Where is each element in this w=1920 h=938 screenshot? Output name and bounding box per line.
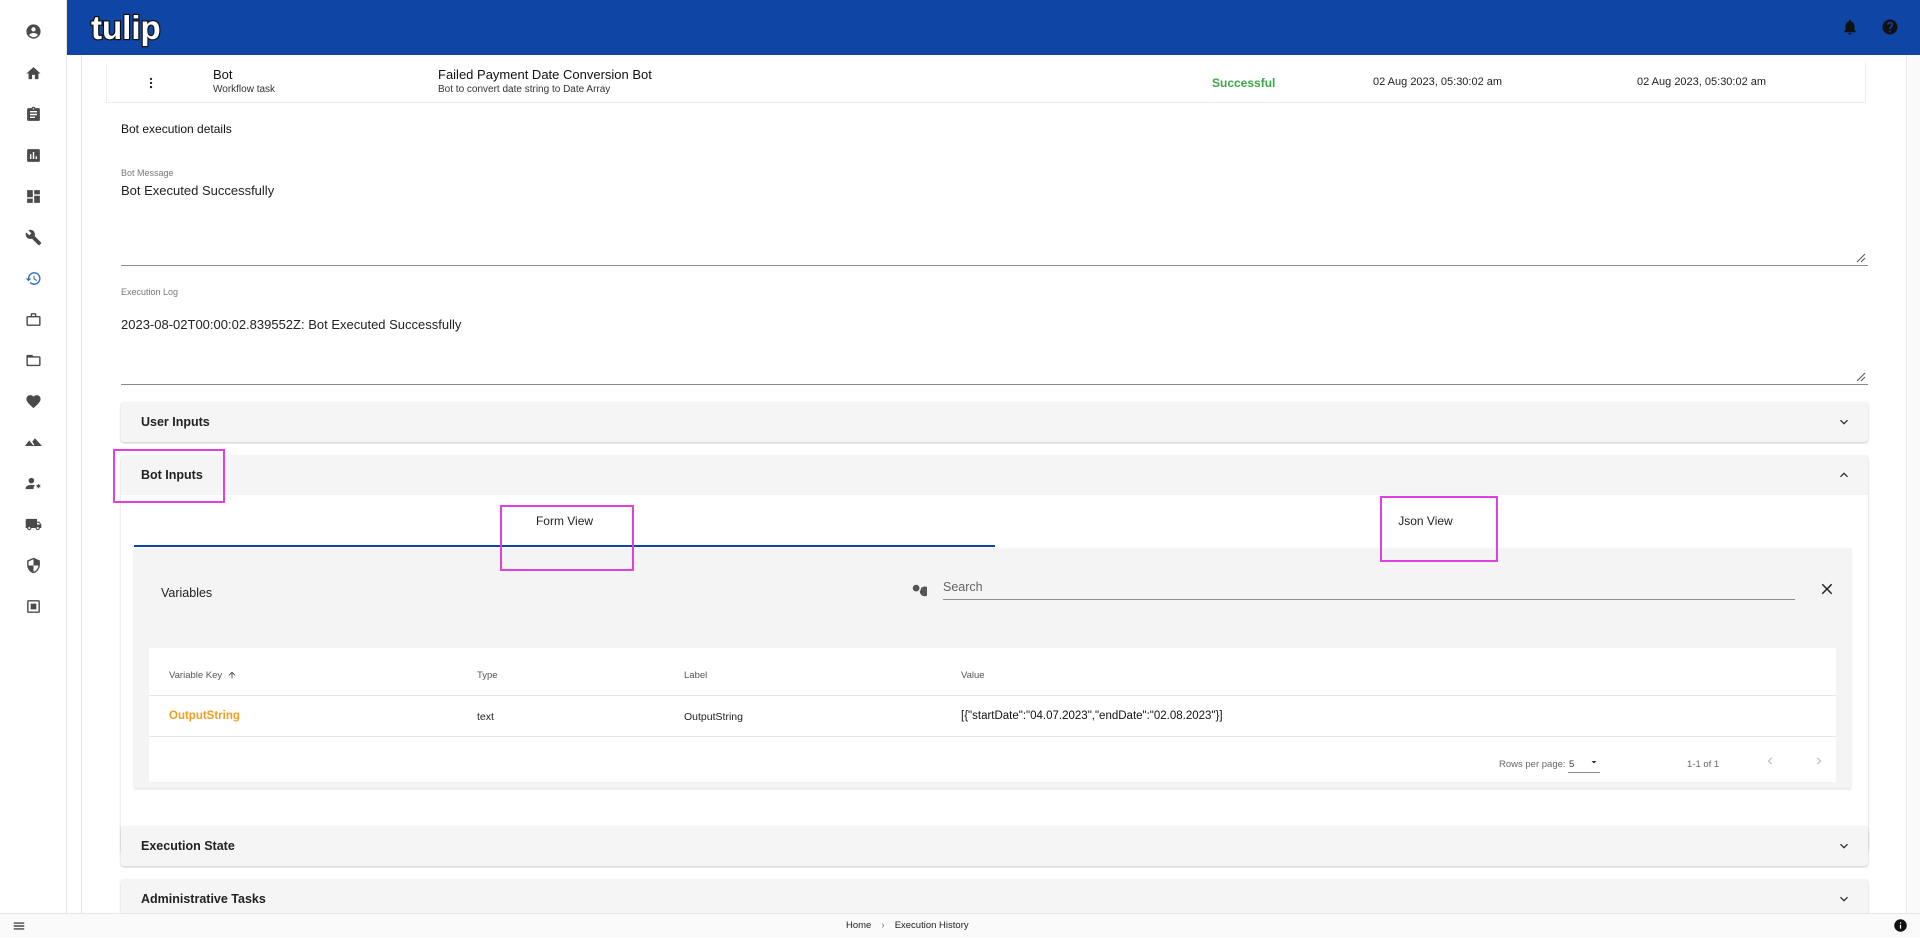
variables-table: Variable Key Type Label Value OutputStri… <box>149 648 1836 782</box>
account-circle-icon[interactable] <box>21 19 45 43</box>
variables-card: Variables Variable Key Type Label Value … <box>134 548 1851 788</box>
logo-wordmark: tulip <box>91 9 161 46</box>
column-header-type[interactable]: Type <box>477 670 498 681</box>
arrow-up-icon[interactable] <box>227 670 237 680</box>
administrative-tasks-title: Administrative Tasks <box>141 892 266 906</box>
heart-icon[interactable] <box>21 389 45 413</box>
chevron-down-icon[interactable] <box>1836 838 1852 854</box>
start-date: 02 Aug 2023, 05:30:02 am <box>1373 76 1503 88</box>
task-row[interactable]: Bot Workflow task Failed Payment Date Co… <box>106 63 1866 103</box>
info-icon[interactable] <box>1893 918 1908 933</box>
column-header-value[interactable]: Value <box>961 670 985 681</box>
user-inputs-panel: User Inputs <box>121 402 1868 442</box>
administrative-tasks-panel: Administrative Tasks <box>121 879 1868 913</box>
resize-handle-icon[interactable] <box>1856 372 1866 382</box>
breadcrumb-separator-icon: › <box>881 920 885 931</box>
chevron-down-icon[interactable] <box>1836 891 1852 907</box>
variable-value: [{"startDate":"04.07.2023","endDate":"02… <box>961 710 1223 722</box>
chevron-down-icon[interactable] <box>1836 414 1852 430</box>
search-icon <box>909 581 930 599</box>
arrow-drop-down-icon <box>1591 761 1597 764</box>
menu-icon[interactable] <box>12 919 26 933</box>
vertical-scrollbar[interactable] <box>1908 55 1920 913</box>
breadcrumb: Home › Execution History <box>846 920 969 931</box>
calendar-icon[interactable] <box>21 594 45 618</box>
rows-per-page-label: Rows per page: <box>1499 759 1566 770</box>
briefcase-icon[interactable] <box>21 307 45 331</box>
home-icon[interactable] <box>21 61 45 85</box>
breadcrumb-current: Execution History <box>894 920 969 931</box>
more-vert-icon[interactable] <box>144 72 158 94</box>
main-content: Bot Workflow task Failed Payment Date Co… <box>67 55 1920 913</box>
variables-title: Variables <box>161 586 213 600</box>
variable-type: text <box>477 711 494 723</box>
user-inputs-header[interactable]: User Inputs <box>121 402 1868 442</box>
close-icon[interactable] <box>1818 580 1836 598</box>
execution-state-title: Execution State <box>141 839 235 853</box>
header-divider <box>149 695 1836 696</box>
column-header-key[interactable]: Variable Key <box>169 670 222 681</box>
end-date: 02 Aug 2023, 05:30:02 am <box>1637 76 1767 88</box>
variable-key-link[interactable]: OutputString <box>169 710 240 722</box>
breadcrumb-home[interactable]: Home <box>846 920 871 931</box>
clipboard-icon[interactable] <box>21 102 45 126</box>
chevron-up-icon[interactable] <box>1836 467 1852 483</box>
user-settings-icon[interactable] <box>21 471 45 495</box>
chevron-left-icon[interactable] <box>1763 754 1777 768</box>
terrain-icon[interactable] <box>21 430 45 454</box>
rows-per-page-value: 5 <box>1569 759 1575 770</box>
bot-inputs-header[interactable]: Bot Inputs <box>121 455 1868 495</box>
chart-icon[interactable] <box>21 143 45 167</box>
column-header-label[interactable]: Label <box>684 670 707 681</box>
execution-state-panel: Execution State <box>121 826 1868 866</box>
dashboard-icon[interactable] <box>21 184 45 208</box>
user-inputs-title: User Inputs <box>141 415 210 429</box>
administrative-tasks-header[interactable]: Administrative Tasks <box>121 879 1868 913</box>
tulip-logo[interactable]: tulip <box>89 7 173 49</box>
folder-icon[interactable] <box>21 348 45 372</box>
execution-log-underline <box>121 384 1868 385</box>
task-name: Failed Payment Date Conversion Bot <box>438 67 652 82</box>
bot-message-field[interactable]: Bot Executed Successfully <box>121 183 274 198</box>
task-type-sub: Workflow task <box>213 84 276 95</box>
tab-indicator <box>134 545 995 547</box>
bot-inputs-title: Bot Inputs <box>141 468 203 482</box>
top-app-bar: tulip <box>67 0 1920 55</box>
resize-handle-icon[interactable] <box>1856 253 1866 263</box>
chevron-right-icon[interactable] <box>1812 754 1826 768</box>
bot-message-label: Bot Message <box>121 168 174 178</box>
wrench-icon[interactable] <box>21 225 45 249</box>
bot-inputs-body: Form View Json View Variables Variable K… <box>121 495 1868 853</box>
bot-message-underline <box>121 265 1868 266</box>
tab-form-view[interactable]: Form View <box>134 495 995 547</box>
left-sidebar <box>0 0 67 937</box>
search-input[interactable] <box>943 574 1795 600</box>
status-badge: Successful <box>1212 76 1276 90</box>
help-icon[interactable] <box>1879 16 1901 38</box>
footer-bar: Home › Execution History <box>0 913 1920 937</box>
bot-inputs-panel: Bot Inputs Form View Json View Variables… <box>121 455 1868 853</box>
execution-log-field[interactable]: 2023-08-02T00:00:02.839552Z: Bot Execute… <box>121 317 461 332</box>
bell-icon[interactable] <box>1839 16 1861 38</box>
rows-per-page-select[interactable]: 5 <box>1568 751 1600 773</box>
shield-icon[interactable] <box>21 553 45 577</box>
truck-icon[interactable] <box>21 512 45 536</box>
tab-json-view[interactable]: Json View <box>995 495 1856 547</box>
pagination-range: 1-1 of 1 <box>1687 759 1720 770</box>
row-divider <box>149 736 1836 737</box>
history-icon[interactable] <box>21 266 45 290</box>
task-description: Bot to convert date string to Date Array <box>438 84 611 95</box>
execution-state-header[interactable]: Execution State <box>121 826 1868 866</box>
variable-label: OutputString <box>684 711 743 723</box>
execution-log-label: Execution Log <box>121 287 179 297</box>
details-title: Bot execution details <box>121 122 232 136</box>
column-header-key-label: Variable Key <box>169 670 223 681</box>
task-type: Bot <box>213 67 233 82</box>
